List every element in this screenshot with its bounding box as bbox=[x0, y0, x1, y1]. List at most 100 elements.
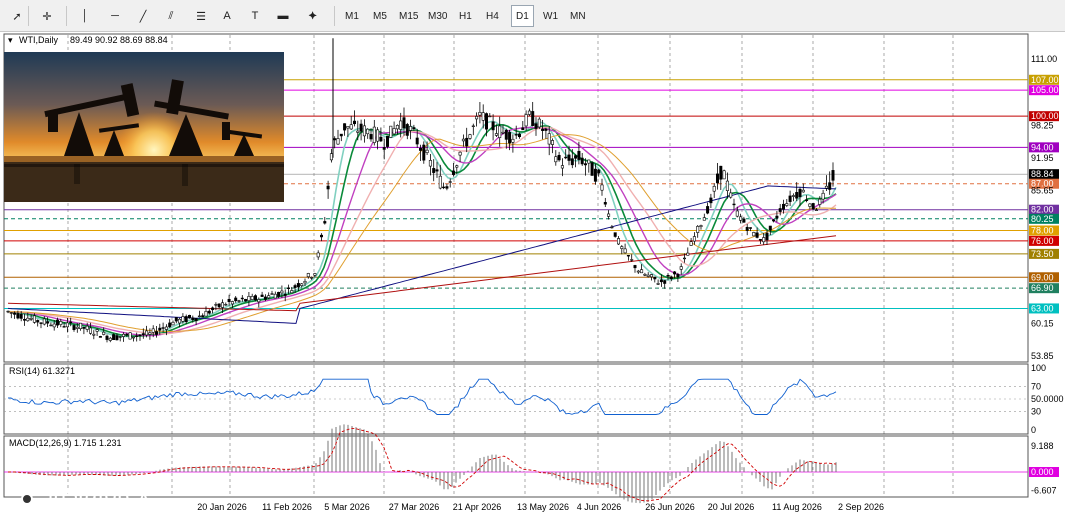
symbol-label: WTI,Daily bbox=[19, 35, 58, 45]
candle-body bbox=[580, 157, 584, 165]
candle-body bbox=[385, 135, 389, 147]
macd-scale-label: 9.188 bbox=[1031, 441, 1054, 451]
trend-line-icon[interactable]: ╱ bbox=[132, 5, 154, 27]
candle-body bbox=[537, 118, 541, 128]
candle-body bbox=[435, 169, 439, 172]
vertical-line-icon[interactable]: │ bbox=[74, 5, 96, 27]
timeframe-d1[interactable]: D1 bbox=[511, 5, 534, 27]
instaforex-watermark: instaforex Instant Forex Trading bbox=[8, 478, 198, 520]
candle-body bbox=[418, 147, 422, 151]
candle-body bbox=[343, 123, 347, 131]
macd-label: MACD(12,26,9) 1.715 1.231 bbox=[9, 438, 122, 448]
candle-body bbox=[554, 156, 558, 163]
candle-body bbox=[122, 333, 126, 337]
candle-body bbox=[682, 257, 686, 260]
candle-body bbox=[267, 295, 271, 299]
candle-body bbox=[765, 232, 769, 241]
price-scale-label: 53.85 bbox=[1031, 351, 1054, 361]
candle-body bbox=[709, 197, 713, 204]
date-label: 20 Jan 2026 bbox=[197, 502, 247, 512]
candle-body bbox=[395, 125, 399, 130]
price-scale-label: 85.65 bbox=[1031, 186, 1054, 196]
candle-body bbox=[155, 331, 159, 335]
candle-body bbox=[319, 234, 323, 238]
crosshair-icon[interactable]: ✛ bbox=[36, 5, 58, 27]
candle-body bbox=[89, 327, 93, 334]
candle-body bbox=[752, 232, 756, 237]
level-tag-label: 88.84 bbox=[1031, 169, 1054, 179]
candle-body bbox=[577, 150, 581, 160]
candle-body bbox=[352, 120, 356, 125]
candle-body bbox=[138, 334, 142, 337]
fibonacci-icon[interactable]: ☰ bbox=[190, 5, 212, 27]
symbol-caret-icon[interactable]: ▾ bbox=[8, 35, 13, 45]
candle-body bbox=[729, 192, 733, 198]
candle-body bbox=[524, 114, 528, 127]
date-label: 11 Aug 2026 bbox=[772, 502, 822, 512]
candle-body bbox=[468, 134, 472, 139]
candle-body bbox=[115, 335, 119, 341]
candle-body bbox=[369, 134, 373, 140]
candle-body bbox=[32, 315, 36, 323]
candle-body bbox=[719, 165, 723, 180]
text-label-icon[interactable]: T bbox=[244, 5, 266, 27]
candle-body bbox=[161, 327, 165, 329]
timeframe-m15[interactable]: M15 bbox=[395, 5, 422, 27]
candle-body bbox=[613, 232, 617, 237]
macd-scale-label: -6.607 bbox=[1031, 486, 1057, 496]
candle-body bbox=[95, 329, 99, 332]
horizontal-line-icon[interactable]: ─ bbox=[104, 5, 126, 27]
candle-body bbox=[65, 322, 69, 328]
candle-body bbox=[616, 238, 620, 245]
candle-body bbox=[128, 332, 132, 340]
level-tag-label: 76.00 bbox=[1031, 236, 1054, 246]
candle-body bbox=[310, 277, 314, 279]
candle-body bbox=[237, 300, 241, 302]
candle-body bbox=[366, 128, 370, 135]
candle-body bbox=[135, 335, 139, 337]
candle-body bbox=[534, 123, 538, 129]
price-scale-label: 98.25 bbox=[1031, 120, 1054, 130]
level-tag-label: 63.00 bbox=[1031, 303, 1054, 313]
candle-body bbox=[263, 296, 267, 300]
candle-body bbox=[313, 273, 317, 276]
candle-body bbox=[494, 133, 498, 136]
shapes-dropdown-icon[interactable]: ⯌ bbox=[302, 5, 324, 27]
candle-body bbox=[465, 137, 469, 147]
timeframe-w1[interactable]: W1 bbox=[539, 5, 562, 27]
date-label: 4 Jun 2026 bbox=[577, 502, 622, 512]
oil-pumpjack-image bbox=[4, 52, 284, 202]
candle-body bbox=[6, 310, 10, 313]
candle-body bbox=[244, 299, 248, 302]
date-label: 2 Sep 2026 bbox=[838, 502, 884, 512]
candle-body bbox=[805, 199, 809, 201]
candle-body bbox=[333, 138, 337, 141]
rectangle-icon[interactable]: ▬ bbox=[272, 5, 294, 27]
candle-body bbox=[306, 273, 310, 278]
macd-scale-label: 0.000 bbox=[1031, 467, 1054, 477]
candle-body bbox=[768, 225, 772, 231]
timeframe-h4[interactable]: H4 bbox=[482, 5, 503, 27]
text-icon[interactable]: A bbox=[216, 5, 238, 27]
cursor-icon[interactable]: ➚ bbox=[6, 5, 28, 27]
candle-body bbox=[290, 290, 294, 294]
candle-body bbox=[630, 259, 634, 261]
timeframe-h1[interactable]: H1 bbox=[455, 5, 476, 27]
candle-body bbox=[69, 321, 73, 324]
date-label: 26 Jun 2026 bbox=[645, 502, 695, 512]
candle-body bbox=[587, 159, 591, 164]
timeframe-m1[interactable]: M1 bbox=[341, 5, 363, 27]
candle-body bbox=[772, 219, 776, 222]
candle-body bbox=[428, 160, 432, 167]
level-tag-label: 80.25 bbox=[1031, 214, 1054, 224]
level-tag-label: 107.00 bbox=[1031, 75, 1059, 85]
candle-body bbox=[148, 332, 152, 335]
equidistant-channel-icon[interactable]: ⫽ bbox=[160, 5, 182, 27]
timeframe-m30[interactable]: M30 bbox=[424, 5, 451, 27]
candle-body bbox=[62, 326, 66, 328]
level-tag-label: 78.00 bbox=[1031, 225, 1054, 235]
timeframe-mn[interactable]: MN bbox=[566, 5, 590, 27]
candle-body bbox=[49, 324, 53, 327]
timeframe-m5[interactable]: M5 bbox=[369, 5, 391, 27]
candle-body bbox=[755, 232, 759, 238]
